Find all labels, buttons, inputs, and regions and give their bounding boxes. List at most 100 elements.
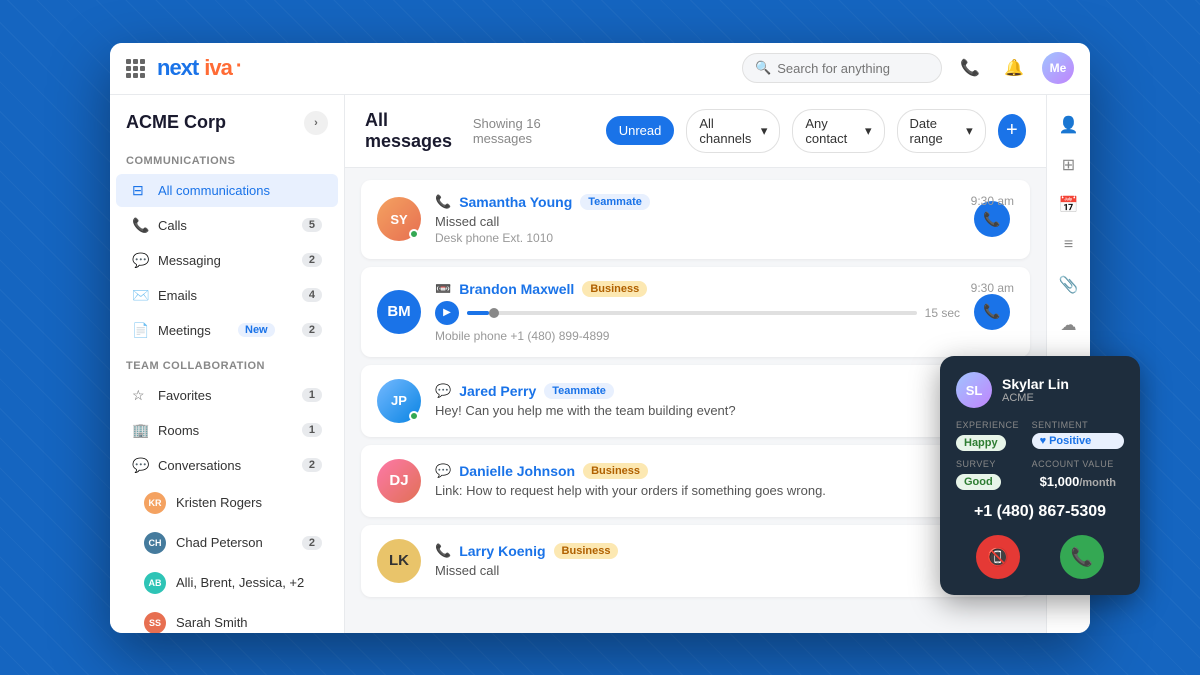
experience-stat: EXPERIENCE Happy bbox=[956, 420, 1024, 451]
communications-section-title: Communications bbox=[110, 143, 344, 173]
unread-filter-label: Unread bbox=[619, 123, 662, 138]
content-header: All messages Showing 16 messages Unread … bbox=[345, 95, 1046, 168]
samantha-subtext: Desk phone Ext. 1010 bbox=[435, 231, 960, 245]
attachment-icon-button[interactable]: 📎 bbox=[1051, 267, 1087, 303]
online-status-dot bbox=[409, 229, 419, 239]
sidebar-item-kristen[interactable]: KR Kristen Rogers bbox=[116, 484, 338, 522]
channels-filter-button[interactable]: All channels ▾ bbox=[686, 109, 780, 153]
meetings-icon: 📄 bbox=[132, 322, 148, 339]
brandon-badge: Business bbox=[582, 281, 647, 297]
sidebar-item-calls[interactable]: 📞 Calls 5 bbox=[116, 209, 338, 242]
message-card-brandon[interactable]: BM 📼 Brandon Maxwell Business ▶ bbox=[361, 267, 1030, 357]
all-comms-icon: ⊟ bbox=[132, 182, 148, 199]
progress-fill bbox=[467, 311, 489, 315]
reject-call-button[interactable]: 📵 bbox=[976, 535, 1020, 579]
sidebar-item-sarah[interactable]: SS Sarah Smith bbox=[116, 604, 338, 633]
favorites-icon: ☆ bbox=[132, 387, 148, 404]
call-action-buttons: 📵 📞 bbox=[956, 535, 1124, 579]
date-filter-button[interactable]: Date range ▾ bbox=[897, 109, 986, 153]
voicemail-player: ▶ 15 sec bbox=[435, 301, 960, 325]
danielle-message-content: 💬 Danielle Johnson Business Link: How to… bbox=[435, 463, 1014, 498]
chevron-down-icon: ▾ bbox=[761, 123, 768, 139]
samantha-avatar: SY bbox=[377, 197, 421, 241]
sidebar-item-favorites[interactable]: ☆ Favorites 1 bbox=[116, 379, 338, 412]
larry-badge: Business bbox=[554, 543, 619, 559]
sidebar-item-label: All communications bbox=[158, 183, 270, 198]
sidebar-item-meetings[interactable]: 📄 Meetings New 2 bbox=[116, 314, 338, 347]
sidebar-item-alli[interactable]: AB Alli, Brent, Jessica, +2 bbox=[116, 564, 338, 602]
emails-icon: ✉️ bbox=[132, 287, 148, 304]
sarah-avatar: SS bbox=[144, 612, 166, 633]
kristen-avatar: KR bbox=[144, 492, 166, 514]
account-value-label: ACCOUNT VALUE bbox=[1032, 459, 1124, 469]
contact-filter-label: Any contact bbox=[805, 116, 860, 146]
jared-badge: Teammate bbox=[544, 383, 614, 399]
popup-caller-info: SL Skylar Lin ACME bbox=[956, 372, 1124, 408]
sidebar-item-label: Kristen Rogers bbox=[176, 495, 262, 510]
message-card-danielle[interactable]: DJ 💬 Danielle Johnson Business Link: How… bbox=[361, 445, 1030, 517]
user-avatar-button[interactable]: Me bbox=[1042, 52, 1074, 84]
calendar-icon-button[interactable]: 📅 bbox=[1051, 187, 1087, 223]
sidebar-item-emails[interactable]: ✉️ Emails 4 bbox=[116, 279, 338, 312]
search-icon: 🔍 bbox=[755, 60, 771, 76]
conversations-badge: 2 bbox=[302, 458, 322, 472]
sidebar-item-conversations[interactable]: 💬 Conversations 2 bbox=[116, 449, 338, 482]
person-icon-button[interactable]: 👤 bbox=[1051, 107, 1087, 143]
sidebar-item-label: Meetings bbox=[158, 323, 211, 338]
call-icon: 📞 bbox=[435, 194, 451, 210]
jared-name: Jared Perry bbox=[459, 383, 536, 399]
alli-avatar: AB bbox=[144, 572, 166, 594]
sidebar-item-label: Emails bbox=[158, 288, 197, 303]
brandon-call-button[interactable]: 📞 bbox=[974, 294, 1010, 330]
voicemail-icon: 📼 bbox=[435, 281, 451, 297]
sentiment-label: SENTIMENT bbox=[1032, 420, 1124, 430]
message-card-larry[interactable]: LK 📞 Larry Koenig Business Missed call 9… bbox=[361, 525, 1030, 597]
grid-menu-icon[interactable] bbox=[126, 59, 145, 78]
reject-icon: 📵 bbox=[987, 547, 1009, 568]
search-input[interactable] bbox=[777, 61, 917, 76]
collapse-button[interactable]: › bbox=[304, 111, 328, 135]
contact-filter-button[interactable]: Any contact ▾ bbox=[792, 109, 884, 153]
sidebar-item-rooms[interactable]: 🏢 Rooms 1 bbox=[116, 414, 338, 447]
sidebar-item-all-communications[interactable]: ⊟ All communications bbox=[116, 174, 338, 207]
sidebar-item-label: Alli, Brent, Jessica, +2 bbox=[176, 575, 304, 590]
phone-nav-button[interactable]: 📞 bbox=[954, 52, 986, 84]
samantha-header: 📞 Samantha Young Teammate bbox=[435, 194, 960, 210]
message-icon2: 💬 bbox=[435, 463, 451, 479]
channels-filter-label: All channels bbox=[699, 116, 755, 146]
messaging-badge: 2 bbox=[302, 253, 322, 267]
message-card-jared[interactable]: JP 💬 Jared Perry Teammate Hey! Can you h… bbox=[361, 365, 1030, 437]
grid-icon-button[interactable]: ⊞ bbox=[1051, 147, 1087, 183]
larry-avatar-circle: LK bbox=[377, 539, 421, 583]
meetings-count-badge: 2 bbox=[302, 323, 322, 337]
heart-icon: ♥ bbox=[1040, 435, 1047, 447]
larry-name: Larry Koenig bbox=[459, 543, 545, 559]
accept-call-button[interactable]: 📞 bbox=[1060, 535, 1104, 579]
notification-button[interactable]: 🔔 bbox=[998, 52, 1030, 84]
list-icon-button[interactable]: ≡ bbox=[1051, 227, 1087, 263]
unread-filter-button[interactable]: Unread bbox=[606, 116, 675, 145]
play-button[interactable]: ▶ bbox=[435, 301, 459, 325]
content-title: All messages bbox=[365, 110, 461, 152]
sidebar-header: ACME Corp › bbox=[110, 95, 344, 143]
message-card-samantha[interactable]: SY 📞 Samantha Young Teammate Missed call… bbox=[361, 180, 1030, 259]
voice-duration: 15 sec bbox=[925, 306, 960, 320]
danielle-name: Danielle Johnson bbox=[459, 463, 575, 479]
sidebar-item-label: Sarah Smith bbox=[176, 615, 248, 630]
audio-progress-bar[interactable] bbox=[467, 311, 917, 315]
survey-stat: SURVEY Good bbox=[956, 459, 1024, 491]
caller-phone: +1 (480) 867-5309 bbox=[956, 503, 1124, 521]
sidebar-item-label: Rooms bbox=[158, 423, 199, 438]
rooms-icon: 🏢 bbox=[132, 422, 148, 439]
add-button[interactable]: + bbox=[998, 114, 1026, 148]
message-icon: 💬 bbox=[435, 383, 451, 399]
experience-value: Happy bbox=[956, 435, 1006, 451]
sidebar-item-messaging[interactable]: 💬 Messaging 2 bbox=[116, 244, 338, 277]
messaging-icon: 💬 bbox=[132, 252, 148, 269]
sidebar-item-chad[interactable]: CH Chad Peterson 2 bbox=[116, 524, 338, 562]
larry-header: 📞 Larry Koenig Business bbox=[435, 543, 960, 559]
progress-thumb bbox=[489, 308, 499, 318]
cloud-icon-button[interactable]: ☁ bbox=[1051, 307, 1087, 343]
search-bar[interactable]: 🔍 bbox=[742, 53, 942, 83]
caller-name: Skylar Lin bbox=[1002, 376, 1069, 392]
